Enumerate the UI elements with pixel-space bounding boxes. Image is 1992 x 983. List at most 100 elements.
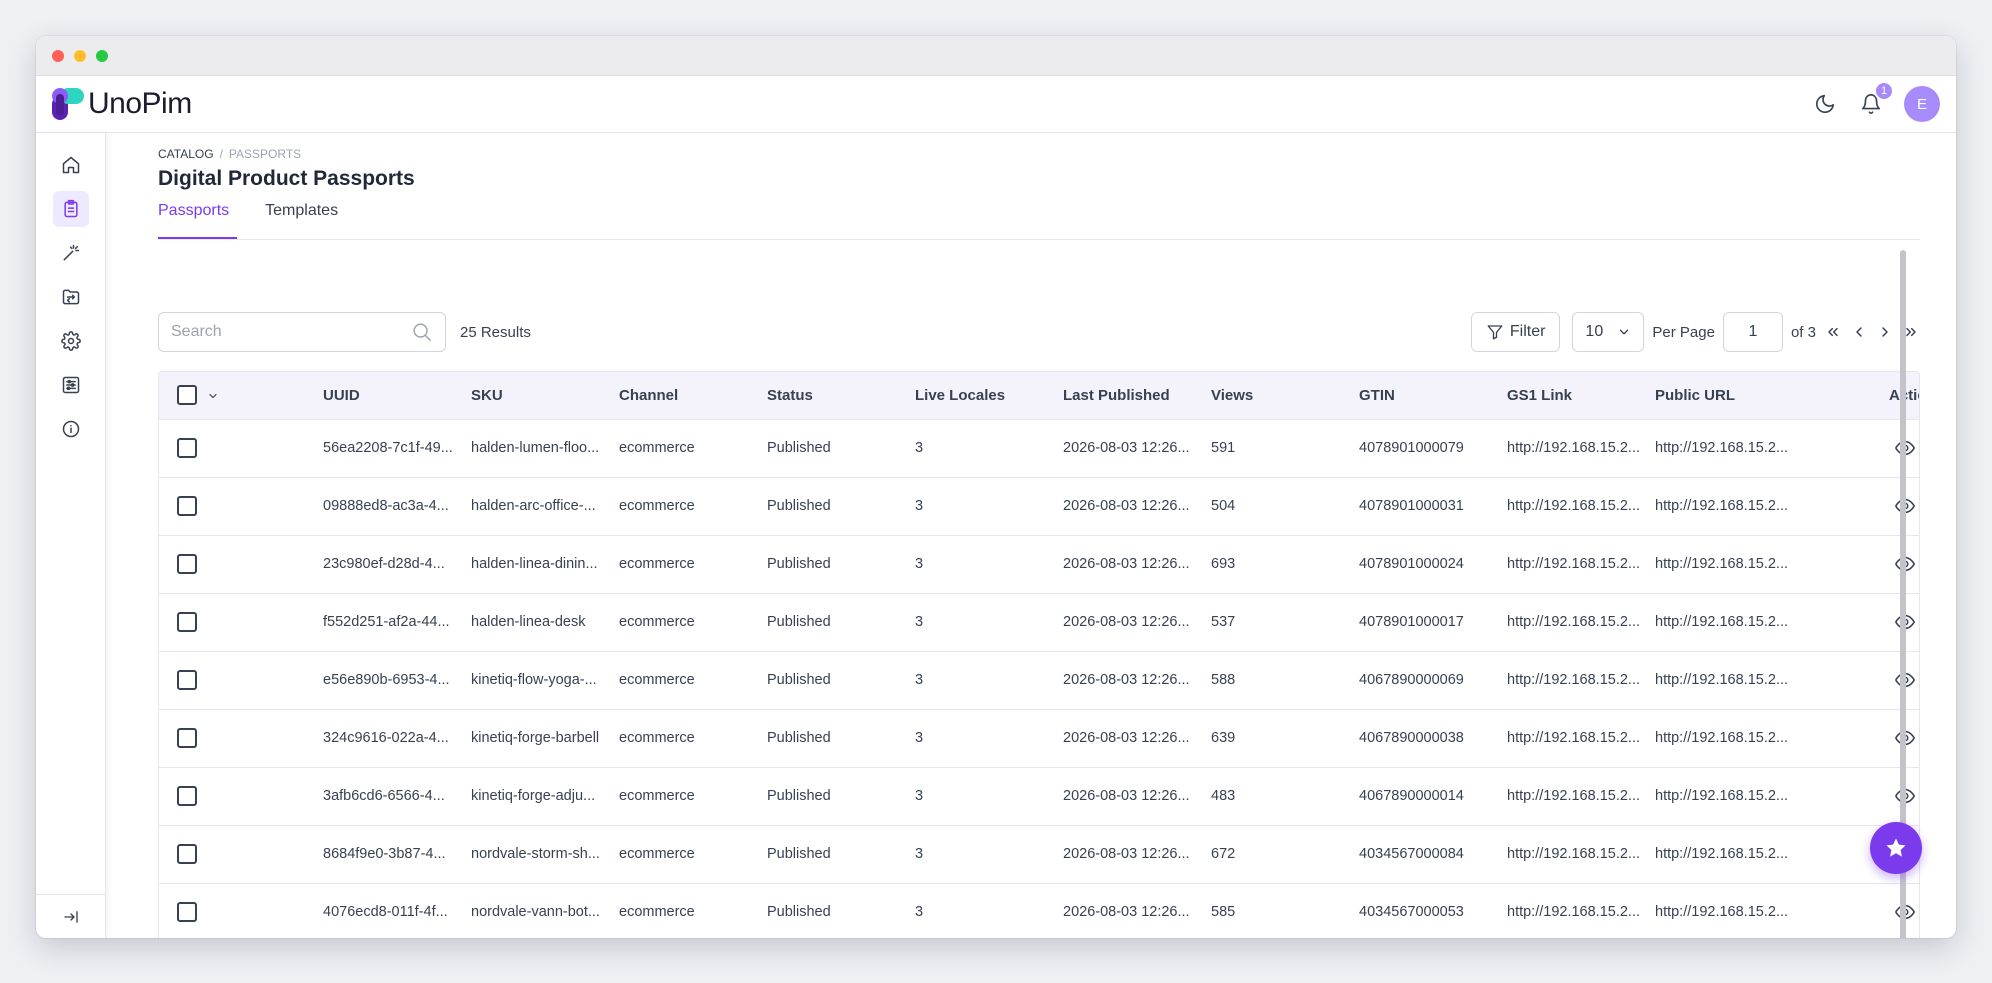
minimize-window-button[interactable] xyxy=(74,49,86,62)
cell-gs1-link[interactable]: http://192.168.15.2... xyxy=(1507,614,1640,630)
cell-sku: kinetiq-forge-adju... xyxy=(471,788,596,804)
row-checkbox[interactable] xyxy=(177,670,197,690)
notifications-button[interactable]: 1 xyxy=(1858,81,1894,117)
cell-public-url[interactable]: http://192.168.15.2... xyxy=(1655,556,1788,572)
column-header-live-locales[interactable]: Live Locales xyxy=(915,387,1005,404)
column-header-channel[interactable]: Channel xyxy=(619,387,678,404)
cell-public-url[interactable]: http://192.168.15.2... xyxy=(1655,672,1788,688)
column-header-uuid[interactable]: UUID xyxy=(323,387,360,404)
row-checkbox[interactable] xyxy=(177,728,197,748)
cell-gs1-link[interactable]: http://192.168.15.2... xyxy=(1507,440,1640,456)
cell-public-url[interactable]: http://192.168.15.2... xyxy=(1655,788,1788,804)
previous-page-button[interactable] xyxy=(1850,323,1868,341)
table-row[interactable]: 324c9616-022a-4... kinetiq-forge-barbell e… xyxy=(159,710,1919,768)
sidebar-item-settings[interactable] xyxy=(53,323,89,359)
cell-public-url[interactable]: http://192.168.15.2... xyxy=(1655,730,1788,746)
row-checkbox[interactable] xyxy=(177,612,197,632)
column-header-public-url[interactable]: Public URL xyxy=(1655,387,1735,404)
cell-views: 588 xyxy=(1211,672,1236,688)
column-header-views[interactable]: Views xyxy=(1211,387,1253,404)
table-row[interactable]: 8684f9e0-3b87-4... nordvale-storm-sh... ec… xyxy=(159,826,1919,884)
table-row[interactable]: 3afb6cd6-6566-4... kinetiq-forge-adju... e… xyxy=(159,768,1919,826)
sidebar-item-catalog[interactable] xyxy=(53,191,89,227)
cell-sku: nordvale-storm-sh... xyxy=(471,846,600,862)
table-body: 56ea2208-7c1f-49... halden-lumen-floo... e… xyxy=(159,420,1919,938)
page-total: of 3 xyxy=(1790,323,1816,341)
sidebar-item-data-transfer[interactable] xyxy=(53,279,89,315)
cell-gs1-link[interactable]: http://192.168.15.2... xyxy=(1507,846,1640,862)
cell-gs1-link[interactable]: http://192.168.15.2... xyxy=(1507,498,1640,514)
sidebar-item-magic-ai[interactable] xyxy=(53,235,89,271)
per-page-select[interactable]: 10 xyxy=(1572,312,1645,352)
table-header: UUID SKU Channel Status Live Locales Las… xyxy=(159,372,1919,420)
row-checkbox[interactable] xyxy=(177,496,197,516)
row-checkbox[interactable] xyxy=(177,844,197,864)
results-count: 25 Results xyxy=(460,323,531,341)
cell-gtin: 4078901000024 xyxy=(1359,556,1464,572)
tab-templates[interactable]: Templates xyxy=(265,193,338,239)
select-all-checkbox[interactable] xyxy=(177,385,197,405)
maximize-window-button[interactable] xyxy=(96,49,108,62)
tab-passports[interactable]: Passports xyxy=(158,193,238,239)
cell-sku: nordvale-vann-bot... xyxy=(471,904,600,920)
cell-channel: ecommerce xyxy=(619,440,695,456)
filter-button[interactable]: Filter xyxy=(1470,312,1561,352)
column-header-status[interactable]: Status xyxy=(767,387,813,404)
collapse-sidebar-icon[interactable] xyxy=(62,908,80,926)
per-page-value: 10 xyxy=(1585,323,1604,340)
cell-public-url[interactable]: http://192.168.15.2... xyxy=(1655,440,1788,456)
cell-public-url[interactable]: http://192.168.15.2... xyxy=(1655,614,1788,630)
cell-gs1-link[interactable]: http://192.168.15.2... xyxy=(1507,904,1640,920)
cell-public-url[interactable]: http://192.168.15.2... xyxy=(1655,846,1788,862)
logo[interactable]: UnoPim xyxy=(52,87,192,121)
cell-last-published: 2026-08-03 12:26... xyxy=(1063,788,1190,804)
cell-views: 591 xyxy=(1211,440,1236,456)
row-checkbox[interactable] xyxy=(177,438,197,458)
search-input[interactable] xyxy=(171,323,411,341)
page-number-input[interactable] xyxy=(1722,312,1783,352)
favorite-fab-button[interactable] xyxy=(1870,822,1922,874)
cell-gs1-link[interactable]: http://192.168.15.2... xyxy=(1507,672,1640,688)
table-row[interactable]: 56ea2208-7c1f-49... halden-lumen-floo... e… xyxy=(159,420,1919,478)
cell-uuid: 56ea2208-7c1f-49... xyxy=(323,440,453,456)
table-row[interactable]: f552d251-af2a-44... halden-linea-desk ecom… xyxy=(159,594,1919,652)
cell-gs1-link[interactable]: http://192.168.15.2... xyxy=(1507,788,1640,804)
table-row[interactable]: 23c980ef-d28d-4... halden-linea-dinin... e… xyxy=(159,536,1919,594)
sidebar-item-help[interactable] xyxy=(53,411,89,447)
row-checkbox[interactable] xyxy=(177,786,197,806)
row-checkbox[interactable] xyxy=(177,554,197,574)
breadcrumb-separator: / xyxy=(219,147,223,161)
row-checkbox[interactable] xyxy=(177,902,197,922)
next-page-button[interactable] xyxy=(1876,323,1894,341)
cell-gs1-link[interactable]: http://192.168.15.2... xyxy=(1507,730,1640,746)
table-row[interactable]: e56e890b-6953-4... kinetiq-flow-yoga-... e… xyxy=(159,652,1919,710)
first-page-button[interactable] xyxy=(1824,323,1842,341)
search-icon[interactable] xyxy=(411,321,433,343)
cell-public-url[interactable]: http://192.168.15.2... xyxy=(1655,904,1788,920)
close-window-button[interactable] xyxy=(52,49,64,62)
dark-mode-toggle[interactable] xyxy=(1812,91,1838,117)
chevron-down-icon xyxy=(1620,329,1629,335)
column-header-last-published[interactable]: Last Published xyxy=(1063,387,1170,404)
table-row[interactable]: 4076ecd8-011f-4f... nordvale-vann-bot... e… xyxy=(159,884,1919,938)
cell-channel: ecommerce xyxy=(619,556,695,572)
column-header-gtin[interactable]: GTIN xyxy=(1359,387,1395,404)
cell-channel: ecommerce xyxy=(619,614,695,630)
cell-views: 693 xyxy=(1211,556,1236,572)
cell-gs1-link[interactable]: http://192.168.15.2... xyxy=(1507,556,1640,572)
chevron-down-icon[interactable] xyxy=(207,390,219,402)
cell-uuid: 23c980ef-d28d-4... xyxy=(323,556,445,572)
tab-bar: Passports Templates xyxy=(158,193,1920,240)
breadcrumb-catalog[interactable]: CATALOG xyxy=(158,147,214,161)
cell-public-url[interactable]: http://192.168.15.2... xyxy=(1655,498,1788,514)
avatar[interactable]: E xyxy=(1904,86,1940,122)
cell-live-locales: 3 xyxy=(915,788,924,804)
cell-last-published: 2026-08-03 12:26... xyxy=(1063,614,1190,630)
column-header-sku[interactable]: SKU xyxy=(471,387,503,404)
logo-mark-icon xyxy=(52,88,84,120)
sidebar-item-configuration[interactable] xyxy=(53,367,89,403)
sidebar-item-dashboard[interactable] xyxy=(53,147,89,183)
filter-label: Filter xyxy=(1509,323,1546,340)
table-row[interactable]: 09888ed8-ac3a-4... halden-arc-office-... e… xyxy=(159,478,1919,536)
column-header-gs1-link[interactable]: GS1 Link xyxy=(1507,387,1572,404)
